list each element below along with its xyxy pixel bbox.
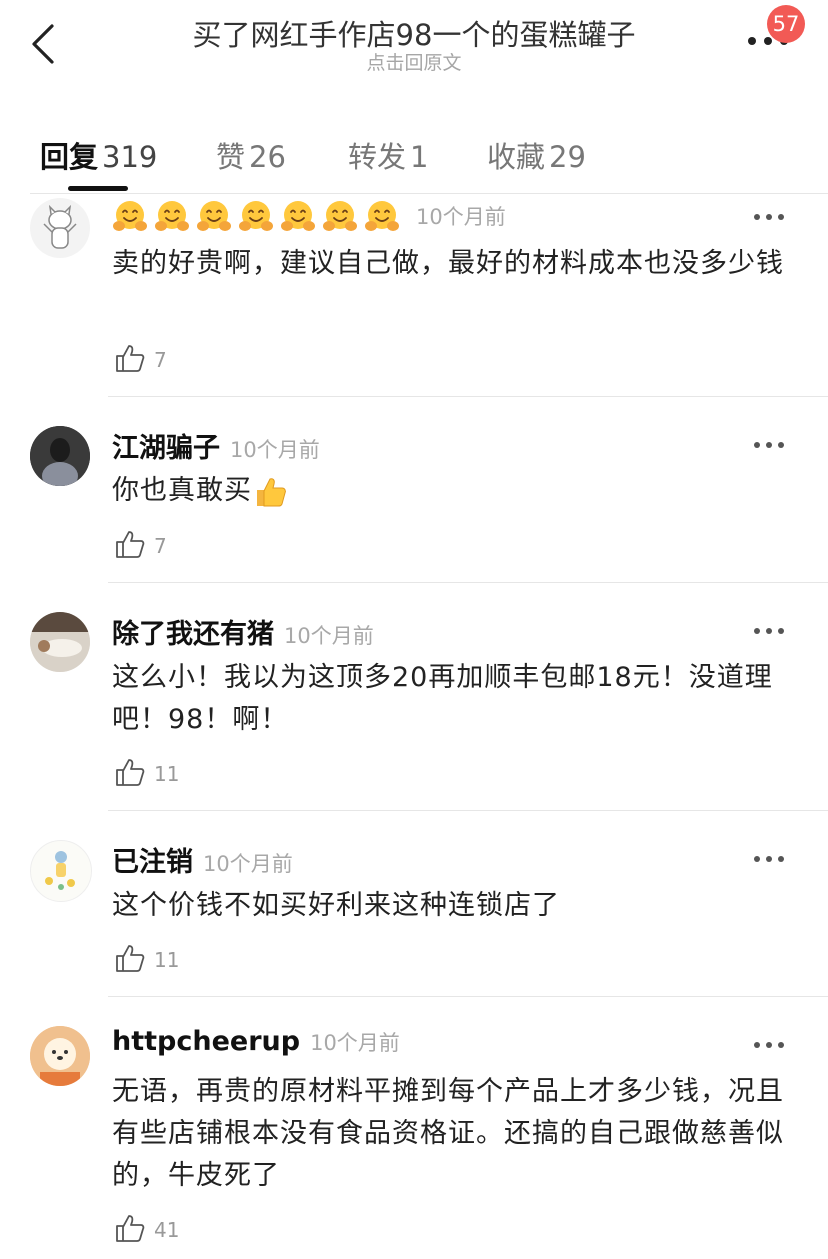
tab-reposts[interactable]: 转发 1 — [348, 134, 428, 176]
hugging-face-emoji-icon — [197, 201, 231, 231]
hugging-face-emoji-row — [112, 200, 406, 231]
dot — [754, 856, 760, 862]
dot — [754, 442, 760, 448]
thumbs-up-outline-icon — [116, 531, 145, 558]
dot — [766, 628, 772, 634]
hugging-face-emoji-icon — [113, 201, 147, 231]
thumbs-up-outline-icon — [116, 1215, 145, 1242]
thumbs-up-outline-icon — [116, 945, 145, 972]
divider — [108, 996, 828, 997]
tab-replies[interactable]: 回复 319 — [40, 134, 157, 176]
divider — [108, 396, 828, 397]
puppy-avatar-icon — [30, 1026, 90, 1086]
dot — [748, 37, 756, 45]
comment-text-row: 你也真敢买 — [112, 470, 802, 512]
tab-count: 319 — [102, 140, 158, 174]
tab-count: 29 — [549, 140, 586, 174]
dot — [754, 1042, 760, 1048]
hugging-face-emoji-icon — [239, 201, 273, 231]
timestamp: 10个月前 — [284, 624, 374, 648]
dot — [764, 37, 772, 45]
comment-text: 这么小！我以为这顶多20再加顺丰包邮18元！没道理吧！98！啊！ — [112, 662, 773, 735]
avatar[interactable] — [30, 612, 90, 672]
dot — [754, 628, 760, 634]
like-count: 11 — [154, 762, 180, 786]
tab-favorites[interactable]: 收藏 29 — [487, 134, 586, 176]
like-count: 11 — [154, 948, 180, 972]
like-count: 7 — [154, 348, 167, 372]
photo-avatar-icon — [30, 426, 90, 486]
thumbs-up-outline-icon — [116, 345, 145, 372]
divider — [108, 582, 828, 583]
tab-label: 转发 — [348, 140, 407, 174]
dot — [766, 214, 772, 220]
avatar[interactable] — [30, 840, 92, 902]
thumbs-up-outline-icon — [116, 759, 145, 786]
hugging-face-emoji-icon — [323, 201, 357, 231]
dot — [766, 856, 772, 862]
back-to-original-link[interactable]: 点击回原文 — [0, 48, 828, 75]
cat-avatar-icon — [43, 204, 77, 249]
tab-likes[interactable]: 赞 26 — [216, 134, 286, 176]
illustration-avatar-icon — [45, 851, 75, 890]
dog-avatar-icon — [30, 612, 90, 672]
username[interactable]: 已注销 10个月前 — [112, 840, 293, 879]
comment-text: 无语，再贵的原材料平摊到每个产品上才多少钱，况且有些店铺根本没有食品资格证。还搞… — [112, 1076, 784, 1191]
dot — [778, 214, 784, 220]
like-count: 7 — [154, 534, 167, 558]
username-text: 除了我还有猪 — [112, 619, 274, 650]
username[interactable]: 10个月前 — [112, 198, 506, 234]
username-text: httpcheerup — [112, 1026, 301, 1057]
comment-text: 卖的好贵啊，建议自己做，最好的材料成本也没多少钱 — [112, 248, 784, 279]
dot — [778, 442, 784, 448]
timestamp: 10个月前 — [203, 852, 293, 876]
comment-more-button[interactable] — [752, 207, 786, 227]
avatar[interactable] — [30, 198, 90, 258]
username[interactable]: 除了我还有猪 10个月前 — [112, 612, 374, 651]
comment-more-button[interactable] — [752, 621, 786, 641]
username[interactable]: 江湖骗子 10个月前 — [112, 426, 320, 465]
dot — [778, 628, 784, 634]
divider — [30, 193, 828, 194]
like-count: 41 — [154, 1218, 180, 1242]
timestamp: 10个月前 — [416, 204, 506, 229]
username[interactable]: httpcheerup 10个月前 — [112, 1026, 400, 1057]
comment-text: 这个价钱不如买好利来这种连锁店了 — [112, 890, 560, 921]
tab-label: 回复 — [40, 140, 99, 174]
comment-more-button[interactable] — [752, 1035, 786, 1055]
tab-count: 1 — [410, 140, 429, 174]
dot — [766, 1042, 772, 1048]
dot — [778, 856, 784, 862]
tab-label: 收藏 — [487, 140, 546, 174]
dot — [754, 214, 760, 220]
dot — [766, 442, 772, 448]
comment-text: 你也真敢买 — [112, 475, 252, 506]
avatar[interactable] — [30, 1026, 90, 1086]
timestamp: 10个月前 — [310, 1031, 400, 1055]
hugging-face-emoji-icon — [155, 201, 189, 231]
thumbs-up-emoji-icon — [257, 477, 286, 506]
active-tab-indicator — [68, 186, 128, 191]
timestamp: 10个月前 — [230, 438, 320, 462]
tab-label: 赞 — [216, 140, 246, 174]
comment-more-button[interactable] — [752, 435, 786, 455]
username-text: 江湖骗子 — [112, 433, 220, 464]
divider — [108, 810, 828, 811]
hugging-face-emoji-icon — [365, 201, 399, 231]
tab-count: 26 — [249, 140, 286, 174]
username-text: 已注销 — [112, 847, 193, 878]
hugging-face-emoji-icon — [281, 201, 315, 231]
notification-badge: 57 — [767, 5, 805, 43]
dot — [778, 1042, 784, 1048]
top-bar: 买了网红手作店98一个的蛋糕罐子 点击回原文 57 — [0, 0, 828, 100]
avatar[interactable] — [30, 426, 90, 486]
comment-more-button[interactable] — [752, 849, 786, 869]
